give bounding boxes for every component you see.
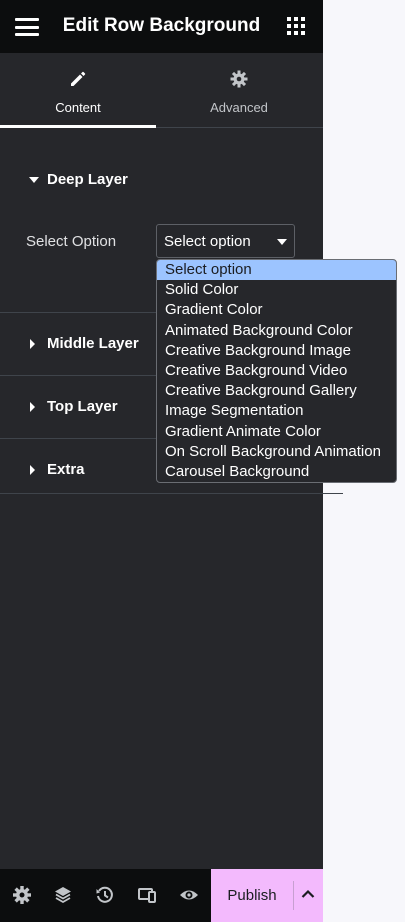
- tab-advanced[interactable]: Advanced: [161, 53, 317, 127]
- section-middle-layer-title: Middle Layer: [47, 335, 139, 352]
- layers-icon[interactable]: [53, 885, 73, 905]
- section-top-layer[interactable]: Top Layer: [29, 398, 118, 415]
- section-extra-title: Extra: [47, 461, 85, 478]
- dropdown-option[interactable]: Gradient Color: [157, 300, 396, 320]
- caret-right-icon: [30, 464, 35, 475]
- dropdown-option[interactable]: On Scroll Background Animation: [157, 442, 396, 462]
- select-option-label: Select Option: [26, 233, 117, 250]
- tab-advanced-label: Advanced: [210, 100, 268, 115]
- panel-title: Edit Row Background: [62, 15, 261, 36]
- caret-right-icon: [30, 338, 35, 349]
- history-icon[interactable]: [95, 885, 115, 905]
- select-value: Select option: [164, 233, 251, 250]
- divider: [0, 493, 343, 494]
- section-middle-layer[interactable]: Middle Layer: [29, 335, 139, 352]
- section-extra[interactable]: Extra: [29, 461, 85, 478]
- dropdown-option[interactable]: Creative Background Gallery: [157, 381, 396, 401]
- section-top-layer-title: Top Layer: [47, 398, 118, 415]
- pencil-icon: [71, 71, 86, 86]
- widgets-grid-icon[interactable]: [287, 17, 305, 35]
- panel-header: Edit Row Background: [0, 0, 323, 53]
- select-dropdown-list: Select option Solid Color Gradient Color An…: [156, 259, 397, 483]
- dropdown-option[interactable]: Animated Background Color: [157, 321, 396, 341]
- caret-right-icon: [30, 401, 35, 412]
- section-deep-layer[interactable]: Deep Layer: [29, 171, 128, 188]
- publish-button[interactable]: Publish: [211, 869, 293, 922]
- dropdown-option[interactable]: Creative Background Image: [157, 341, 396, 361]
- dropdown-option[interactable]: Select option: [157, 260, 396, 281]
- eye-icon[interactable]: [179, 885, 199, 905]
- tab-content-label: Content: [55, 100, 101, 115]
- settings-icon[interactable]: [12, 885, 32, 905]
- background-type-select[interactable]: Select option: [156, 224, 295, 258]
- dropdown-option[interactable]: Solid Color: [157, 280, 396, 300]
- dropdown-option[interactable]: Gradient Animate Color: [157, 422, 396, 442]
- dropdown-option[interactable]: Carousel Background: [157, 462, 396, 482]
- gear-icon: [230, 70, 248, 88]
- dropdown-option[interactable]: Creative Background Video: [157, 361, 396, 381]
- panel-tabs: Content Advanced: [0, 53, 323, 128]
- tab-content[interactable]: Content: [0, 53, 156, 128]
- responsive-icon[interactable]: [137, 885, 157, 905]
- dropdown-option[interactable]: Image Segmentation: [157, 401, 396, 421]
- publish-options-button[interactable]: [293, 869, 323, 922]
- caret-down-icon: [29, 176, 39, 183]
- chevron-down-icon: [277, 239, 287, 245]
- chevron-up-icon: [301, 889, 315, 898]
- section-deep-layer-title: Deep Layer: [47, 171, 128, 188]
